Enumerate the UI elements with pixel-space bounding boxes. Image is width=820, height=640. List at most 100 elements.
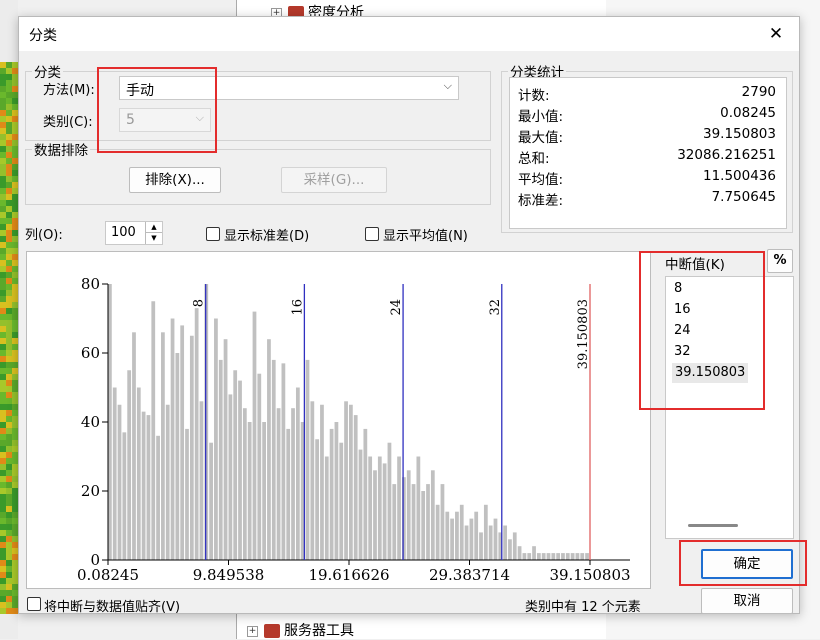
histogram-bar <box>522 553 527 560</box>
break-line-label: 24 <box>389 299 404 316</box>
histogram-bar <box>233 370 238 560</box>
histogram-bar <box>551 553 556 560</box>
cancel-button[interactable]: 取消 <box>701 588 793 614</box>
y-tick-label: 80 <box>81 275 100 293</box>
break-line-label: 16 <box>290 299 305 316</box>
histogram-bar <box>527 553 532 560</box>
sampling-button[interactable]: 采样(G)... <box>281 167 387 193</box>
histogram-bar <box>320 404 324 560</box>
histogram-bar <box>416 456 421 560</box>
histogram-bar <box>334 422 339 560</box>
histogram-bar <box>445 511 450 560</box>
spin-down-icon[interactable]: ▼ <box>145 233 162 244</box>
close-icon[interactable]: ✕ <box>763 21 789 47</box>
histogram-bar <box>455 511 459 560</box>
classify-group: 分类 <box>25 61 491 141</box>
histogram-bar <box>459 504 464 560</box>
stat-row-count: 计数: 2790 <box>518 84 776 104</box>
histogram-bar <box>286 428 291 560</box>
ok-button[interactable]: 确定 <box>701 549 793 579</box>
spin-up-icon[interactable]: ▲ <box>145 222 162 233</box>
histogram-bar <box>180 325 185 560</box>
histogram-bar <box>440 484 445 560</box>
histogram-bar <box>170 318 175 560</box>
highlight-box-method <box>97 67 217 153</box>
histogram-bar <box>406 470 411 560</box>
histogram-bar <box>512 532 517 560</box>
stats-box: 计数: 2790 最小值: 0.08245 最大值: 39.150803 总和: 320… <box>509 77 787 229</box>
exclusion-group: 数据排除 <box>25 139 491 205</box>
expand-icon: + <box>247 625 258 637</box>
show-mean-label: 显示平均值(N) <box>383 229 468 244</box>
method-label: 方法(M): <box>43 83 95 98</box>
histogram-bar <box>189 335 194 560</box>
histogram-bar <box>344 401 348 560</box>
title-bar: 分类 ✕ <box>19 17 799 51</box>
columns-value: 100 <box>111 225 136 240</box>
classify-group-legend: 分类 <box>34 65 61 81</box>
histogram-bar <box>276 408 281 560</box>
columns-spinner[interactable]: 100 ▲ ▼ <box>105 221 163 245</box>
histogram-bar <box>479 532 483 560</box>
histogram-bar <box>127 370 132 560</box>
x-tick-label: 29.383714 <box>429 566 510 584</box>
stat-row-min: 最小值: 0.08245 <box>518 105 776 125</box>
background-map-strip <box>0 0 18 639</box>
histogram-bar <box>122 432 127 560</box>
show-mean-checkbox[interactable] <box>365 227 379 241</box>
show-std-dev-checkbox[interactable] <box>206 227 220 241</box>
background-tree-bottom: + 服务器工具 <box>236 612 608 639</box>
histogram-panel[interactable]: 0 20 40 60 80 0.08245 9.849538 19.616626 29.3837… <box>26 251 651 589</box>
histogram-bar <box>556 553 561 560</box>
histogram-bar <box>580 553 585 560</box>
histogram-bar <box>541 553 546 560</box>
classification-dialog: 分类 ✕ 分类 方法(M): 手动 ⌵ 类别(C): 5 ⌵ 数据排除 排除(X… <box>18 16 807 615</box>
exclusion-button[interactable]: 排除(X)... <box>129 167 221 193</box>
break-line-label: 8 <box>192 299 207 307</box>
histogram-bar <box>267 339 271 560</box>
histogram-bar <box>295 387 300 560</box>
histogram-bar <box>536 553 541 560</box>
x-tick-label: 9.849538 <box>193 566 265 584</box>
histogram-bar <box>561 553 565 560</box>
histogram-bar <box>271 359 276 560</box>
histogram-bar <box>329 428 334 560</box>
histogram-bar <box>373 470 377 560</box>
stat-row-max: 最大值: 39.150803 <box>518 126 776 146</box>
x-tick-label: 39.150803 <box>549 566 630 584</box>
histogram-bar <box>363 428 368 560</box>
histogram-bar <box>565 553 570 560</box>
snap-label: 将中断与数据值贴齐(V) <box>44 600 181 615</box>
histogram-bar <box>339 442 344 560</box>
histogram-bar <box>199 401 204 560</box>
class-count-text: 类别中有 12 个元素 <box>525 600 641 615</box>
histogram-bar <box>349 404 353 560</box>
snap-checkbox[interactable] <box>27 597 41 611</box>
histogram-bar <box>358 449 363 560</box>
histogram-bar <box>175 353 180 560</box>
percent-button[interactable]: % <box>767 249 793 273</box>
histogram-bar <box>238 380 242 560</box>
histogram-bar <box>146 415 151 560</box>
histogram-bar <box>165 404 170 560</box>
histogram-bar <box>517 546 522 560</box>
histogram-bar <box>305 359 310 560</box>
horizontal-scrollbar[interactable] <box>688 524 738 527</box>
histogram-bar <box>132 332 136 560</box>
histogram-bar <box>430 470 435 560</box>
histogram-bar <box>532 546 536 560</box>
histogram-bar <box>161 332 165 560</box>
histogram-bar <box>464 525 469 560</box>
histogram-bar <box>194 308 199 560</box>
histogram-bar <box>242 408 247 560</box>
histogram-bar <box>382 463 387 560</box>
histogram-bar <box>257 373 262 560</box>
histogram-bar <box>281 363 286 560</box>
exclusion-group-legend: 数据排除 <box>34 143 88 159</box>
histogram-bar <box>508 539 512 560</box>
highlight-box-breaks <box>639 251 765 410</box>
histogram-bar <box>262 422 266 560</box>
histogram-bar <box>141 411 146 560</box>
histogram-bar <box>546 553 551 560</box>
histogram-bar <box>426 484 430 560</box>
